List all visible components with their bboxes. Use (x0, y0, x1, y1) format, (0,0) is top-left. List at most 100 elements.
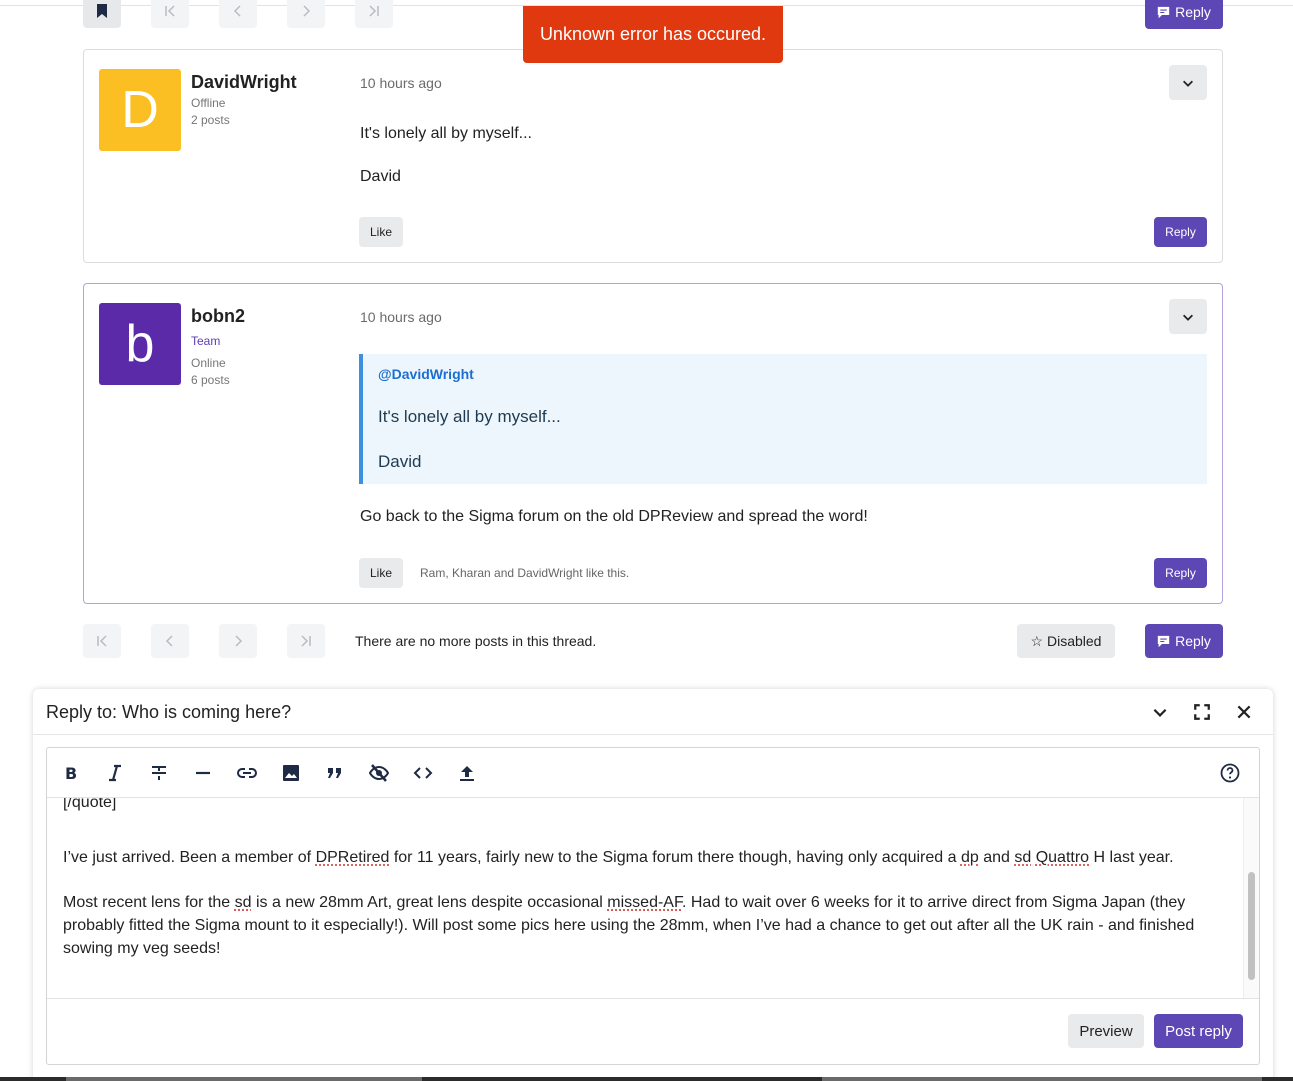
eye-slash-icon (369, 764, 389, 782)
chevron-left-icon (165, 635, 173, 647)
last-page-button[interactable] (287, 624, 325, 658)
scrollbar-thumb[interactable] (1248, 872, 1255, 980)
last-page-button[interactable] (355, 0, 393, 28)
spoiler-button[interactable] (368, 762, 390, 784)
reply-textarea[interactable]: [/quote] I’ve just arrived. Been a membe… (47, 798, 1243, 998)
first-page-icon (97, 635, 107, 647)
bookmark-button[interactable] (83, 0, 121, 28)
bold-icon: B (65, 764, 77, 783)
post-body-line: David (360, 168, 401, 185)
textarea-scrollbar[interactable] (1243, 798, 1259, 998)
bold-button[interactable]: B (60, 762, 82, 784)
like-button[interactable]: Like (359, 217, 403, 247)
text-line: [/quote] (63, 798, 117, 811)
quote-line: It's lonely all by myself... (378, 407, 561, 426)
upload-button[interactable] (456, 762, 478, 784)
reply-button[interactable]: Reply (1154, 558, 1207, 588)
user-post-count: 2 posts (191, 113, 230, 127)
post-body-line: It's lonely all by myself... (360, 125, 532, 142)
last-page-icon (301, 635, 311, 647)
thread-end-message: There are no more posts in this thread. (355, 633, 597, 649)
user-post-count: 6 posts (191, 373, 230, 387)
chevron-down-icon (1183, 314, 1193, 321)
error-toast: Unknown error has occured. (523, 6, 783, 63)
code-button[interactable] (412, 762, 434, 784)
post-time[interactable]: 10 hours ago (360, 75, 442, 91)
avatar[interactable]: b (99, 303, 181, 385)
next-page-button[interactable] (287, 0, 325, 28)
code-icon (413, 767, 433, 779)
chevron-right-icon (235, 635, 243, 647)
close-composer-button[interactable] (1233, 701, 1255, 723)
bookmark-icon (97, 4, 107, 18)
strikethrough-icon (152, 766, 166, 780)
fullscreen-icon (1194, 704, 1210, 720)
post-menu-button[interactable] (1169, 65, 1207, 100)
reply-icon (1157, 635, 1170, 647)
quote-author-link[interactable]: @DavidWright (378, 366, 474, 382)
text-paragraph: I’ve just arrived. Been a member of DPRe… (63, 849, 1174, 866)
post-body: Go back to the Sigma forum on the old DP… (360, 508, 868, 525)
error-message: Unknown error has occured. (539, 24, 767, 44)
composer-title: Reply to: Who is coming here? (46, 702, 292, 722)
username[interactable]: bobn2 (191, 306, 245, 327)
quote-line: David (378, 452, 422, 471)
strikethrough-button[interactable] (148, 762, 170, 784)
composer-divider (33, 734, 1273, 735)
first-page-button[interactable] (151, 0, 189, 28)
reply-label: Reply (1175, 4, 1211, 20)
chevron-down-icon (1153, 708, 1167, 717)
blockquote: @DavidWright It's lonely all by myself..… (359, 354, 1207, 484)
link-icon (237, 768, 257, 778)
minimize-composer-button[interactable] (1149, 701, 1171, 723)
post-bobn2: b bobn2 Team Online 6 posts 10 hours ago… (83, 283, 1223, 604)
user-status: Offline (191, 96, 226, 110)
fullscreen-composer-button[interactable] (1191, 701, 1213, 723)
post-time[interactable]: 10 hours ago (360, 309, 442, 325)
horizontal-rule-icon (196, 771, 210, 775)
link-button[interactable] (236, 762, 258, 784)
svg-text:B: B (65, 764, 77, 783)
next-page-button[interactable] (219, 624, 257, 658)
reply-icon (1157, 6, 1170, 18)
text-paragraph: Most recent lens for the sd is a new 28m… (63, 894, 1195, 957)
top-pagination (83, 0, 423, 28)
taskbar-strip (0, 1077, 1293, 1081)
prev-page-button[interactable] (219, 0, 257, 28)
username[interactable]: DavidWright (191, 72, 297, 93)
first-page-button[interactable] (83, 624, 121, 658)
thread-reply-button[interactable]: Reply (1145, 624, 1223, 658)
reply-button[interactable]: Reply (1154, 217, 1207, 247)
quote-button[interactable] (324, 762, 346, 784)
prev-page-button[interactable] (151, 624, 189, 658)
watch-disabled-button[interactable]: ☆ Disabled (1017, 624, 1115, 658)
bottom-pagination (83, 624, 355, 658)
like-button[interactable]: Like (359, 558, 403, 588)
quote-icon (328, 768, 341, 778)
chevron-down-icon (1183, 80, 1193, 87)
help-icon (1220, 763, 1240, 783)
user-status: Online (191, 356, 226, 370)
chevron-right-icon (303, 5, 311, 17)
image-button[interactable] (280, 762, 302, 784)
user-role-badge[interactable]: Team (191, 334, 220, 348)
top-reply-button[interactable]: Reply (1145, 0, 1223, 29)
post-menu-button[interactable] (1169, 299, 1207, 334)
editor-divider (47, 998, 1259, 999)
formatting-toolbar: B (47, 748, 1259, 798)
chevron-left-icon (233, 5, 241, 17)
italic-icon (109, 764, 121, 782)
likes-summary[interactable]: Ram, Kharan and DavidWright like this. (420, 566, 629, 580)
image-icon (283, 765, 299, 781)
avatar[interactable]: D (99, 69, 181, 151)
help-button[interactable] (1219, 762, 1241, 784)
reply-label: Reply (1175, 633, 1211, 649)
horizontal-rule-button[interactable] (192, 762, 214, 784)
last-page-icon (369, 5, 379, 17)
preview-button[interactable]: Preview (1068, 1014, 1144, 1048)
reply-composer: Reply to: Who is coming here? B [/quote]… (33, 689, 1273, 1081)
italic-button[interactable] (104, 762, 126, 784)
post-david: D DavidWright Offline 2 posts 10 hours a… (83, 49, 1223, 263)
avatar-letter: D (121, 81, 159, 139)
post-reply-button[interactable]: Post reply (1154, 1014, 1243, 1048)
